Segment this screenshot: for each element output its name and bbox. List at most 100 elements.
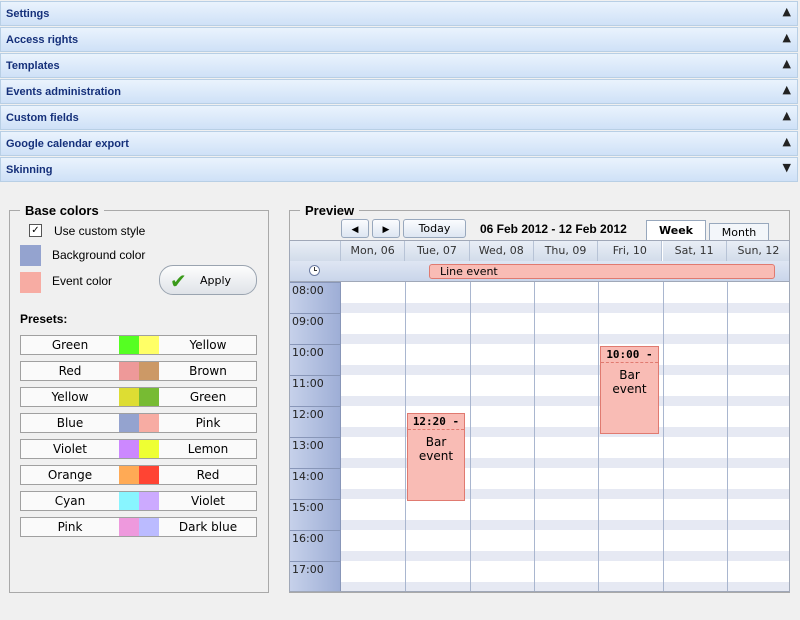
accordion-label: Google calendar export (6, 138, 129, 150)
today-button[interactable]: Today (403, 219, 466, 238)
preset-name-1: Pink (57, 520, 83, 534)
prev-week-button[interactable]: ◀ (341, 219, 369, 238)
apply-label: Apply (200, 274, 232, 287)
hour-label: 12:00 (292, 408, 324, 421)
hour-label: 15:00 (292, 501, 324, 514)
hour-divider (290, 344, 341, 345)
hour-divider (290, 437, 341, 438)
day-divider (726, 282, 728, 591)
preset-row[interactable]: Blue Pink (20, 413, 257, 433)
tab-month[interactable]: Month (709, 223, 769, 241)
day-header: Mon, 06 (341, 241, 406, 261)
half-hour-stripe (341, 396, 789, 406)
preset-name-1: Green (51, 338, 89, 352)
day-header: Sat, 11 (662, 241, 727, 261)
event-color-swatch[interactable] (20, 272, 41, 293)
preset-row[interactable]: Pink Dark blue (20, 517, 257, 537)
accordion-settings[interactable]: Settings ▲ (0, 1, 798, 26)
preset-color-2 (139, 362, 159, 380)
chevron-up-icon: ▲ (782, 83, 791, 96)
event-time: 12:20 - (408, 414, 464, 430)
accordion-label: Skinning (6, 164, 53, 176)
preset-name-2: Yellow (189, 338, 227, 352)
chevron-down-icon: ▼ (782, 161, 791, 174)
day-divider (662, 282, 664, 591)
event-time: 10:00 - (601, 347, 658, 363)
chevron-up-icon: ▲ (782, 57, 791, 70)
preset-name-2: Dark blue (178, 520, 238, 534)
preset-color-1 (119, 518, 139, 536)
preset-color-2 (139, 440, 159, 458)
preset-row[interactable]: Green Yellow (20, 335, 257, 355)
next-week-button[interactable]: ▶ (372, 219, 400, 238)
day-divider (469, 282, 471, 591)
clock-icon (309, 265, 320, 276)
day-header: Tue, 07 (405, 241, 470, 261)
accordion-skinning[interactable]: Skinning ▼ (0, 157, 798, 182)
preset-color-1 (119, 492, 139, 510)
hour-divider (290, 499, 341, 500)
accordion-templates[interactable]: Templates ▲ (0, 53, 798, 78)
preset-color-1 (119, 440, 139, 458)
hour-label: 14:00 (292, 470, 324, 483)
preset-name-2: Violet (190, 494, 226, 508)
hour-label: 08:00 (292, 284, 324, 297)
preset-name-2: Brown (189, 364, 227, 378)
arrow-right-icon: ▶ (382, 225, 390, 235)
date-range: 06 Feb 2012 - 12 Feb 2012 (480, 222, 627, 236)
accordion-label: Access rights (6, 34, 79, 46)
day-header: Wed, 08 (469, 241, 534, 261)
use-custom-style-checkbox[interactable]: ✓ (29, 224, 42, 237)
preset-color-2 (139, 414, 159, 432)
preset-name-1: Blue (56, 416, 84, 430)
tab-week[interactable]: Week (646, 220, 706, 241)
preview-legend: Preview (305, 203, 355, 218)
arrow-left-icon: ◀ (351, 225, 359, 235)
preset-name-1: Red (58, 364, 82, 378)
chevron-up-icon: ▲ (782, 31, 791, 44)
preset-row[interactable]: Red Brown (20, 361, 257, 381)
background-color-swatch[interactable] (20, 245, 41, 266)
bar-event[interactable]: 10:00 - Bar event (600, 346, 659, 434)
half-hour-stripe (341, 365, 789, 375)
day-divider (598, 282, 600, 591)
preset-row[interactable]: Violet Lemon (20, 439, 257, 459)
corner-header (290, 241, 341, 261)
checkmark-icon: ✔ (170, 269, 187, 293)
accordion-events-administration[interactable]: Events administration ▲ (0, 79, 798, 104)
preset-row[interactable]: Yellow Green (20, 387, 257, 407)
preset-row[interactable]: Cyan Violet (20, 491, 257, 511)
hour-label: 09:00 (292, 315, 324, 328)
half-hour-stripe (341, 334, 789, 344)
event-text: Bar event (612, 368, 647, 396)
preset-name-2: Lemon (187, 442, 229, 456)
chevron-up-icon: ▲ (782, 135, 791, 148)
half-hour-stripe (341, 582, 789, 591)
accordion-google-calendar-export[interactable]: Google calendar export ▲ (0, 131, 798, 156)
hour-divider (290, 375, 341, 376)
hour-divider (290, 561, 341, 562)
hour-label: 16:00 (292, 532, 324, 545)
accordion-access-rights[interactable]: Access rights ▲ (0, 27, 798, 52)
half-hour-stripe (341, 520, 789, 530)
preset-color-2 (139, 388, 159, 406)
line-event[interactable]: Line event (429, 264, 775, 279)
hour-divider (290, 282, 341, 283)
accordion-label: Settings (6, 8, 50, 20)
hour-label: 11:00 (292, 377, 324, 390)
apply-button[interactable]: ✔ Apply (159, 265, 257, 295)
accordion-label: Events administration (6, 86, 121, 98)
accordion-custom-fields[interactable]: Custom fields ▲ (0, 105, 798, 130)
preset-color-1 (119, 362, 139, 380)
preset-color-1 (119, 388, 139, 406)
hour-divider (290, 468, 341, 469)
preset-name-2: Pink (195, 416, 221, 430)
preset-color-2 (139, 466, 159, 484)
bar-event[interactable]: 12:20 - Bar event (407, 413, 465, 501)
accordion-label: Templates (6, 60, 60, 72)
half-hour-stripe (341, 551, 789, 561)
base-colors-legend: Base colors (25, 203, 99, 218)
accordion-label: Custom fields (6, 112, 79, 124)
preset-row[interactable]: Orange Red (20, 465, 257, 485)
hour-label: 13:00 (292, 439, 324, 452)
